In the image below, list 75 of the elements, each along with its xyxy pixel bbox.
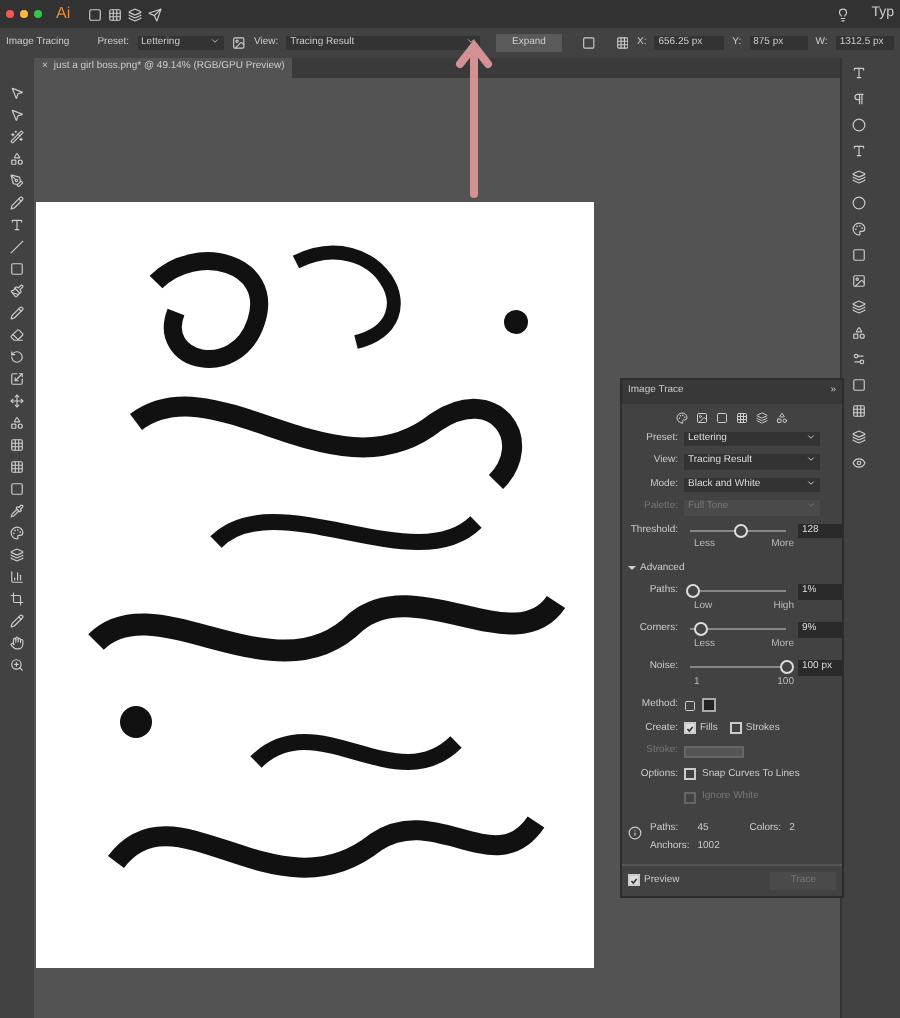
tool-icon[interactable]	[10, 592, 24, 606]
panel-icon[interactable]	[852, 170, 866, 184]
panel-icon[interactable]	[852, 144, 866, 158]
tool-icon[interactable]	[10, 284, 24, 298]
tool-icon[interactable]	[10, 174, 24, 188]
tool-icon[interactable]	[10, 614, 24, 628]
checkmark-icon	[630, 875, 638, 886]
slider-thumb[interactable]	[780, 660, 794, 675]
caret-icon	[806, 454, 816, 464]
panel-icon[interactable]	[852, 378, 866, 392]
panel-icon[interactable]	[852, 66, 866, 80]
panel-icon[interactable]	[232, 36, 246, 50]
tool-icon[interactable]	[10, 394, 24, 408]
preset-icon[interactable]	[716, 411, 728, 423]
tool-icon[interactable]	[10, 460, 24, 474]
info-icon	[628, 825, 642, 839]
tool-icon[interactable]	[10, 504, 24, 518]
checkmark-icon	[686, 723, 694, 734]
caret-icon	[806, 431, 816, 441]
panel-icon[interactable]	[852, 352, 866, 366]
lightbulb-icon[interactable]	[835, 7, 850, 21]
grid-icon[interactable]	[108, 7, 123, 21]
visibility-icon[interactable]	[852, 456, 866, 470]
preset-icon[interactable]	[676, 411, 688, 423]
abutting-method-icon[interactable]	[684, 699, 696, 712]
slider-track[interactable]	[690, 584, 786, 599]
tool-icon[interactable]	[10, 152, 24, 166]
slider-thumb[interactable]	[734, 523, 749, 538]
tool-icon[interactable]	[10, 130, 24, 144]
tool-icon[interactable]	[10, 636, 24, 650]
app-logo: Ai	[56, 2, 71, 26]
square-icon[interactable]	[88, 7, 103, 21]
preset-icon[interactable]	[696, 411, 708, 423]
checkbox[interactable]	[628, 874, 640, 887]
panel-icon[interactable]	[852, 92, 866, 106]
caret-icon	[806, 500, 816, 510]
tool-icon[interactable]	[10, 372, 24, 386]
tool-icon[interactable]	[10, 482, 24, 496]
tool-icon[interactable]	[10, 658, 24, 672]
tool-icon[interactable]	[10, 218, 24, 232]
tool-icon[interactable]	[10, 416, 24, 430]
preset-icon[interactable]	[736, 411, 748, 423]
tool-icon[interactable]	[10, 438, 24, 452]
slider-thumb[interactable]	[693, 622, 708, 637]
overlapping-method-icon[interactable]	[702, 698, 716, 713]
slider-track[interactable]	[690, 622, 786, 637]
caret-icon	[806, 477, 816, 487]
panel-icon[interactable]	[852, 430, 866, 444]
checkbox[interactable]	[684, 722, 696, 735]
panel-icon[interactable]	[852, 118, 866, 132]
layout-icon[interactable]	[128, 7, 143, 21]
caret-icon	[210, 35, 221, 46]
panel-icon[interactable]	[852, 404, 866, 418]
preset-icon[interactable]	[756, 411, 768, 423]
tool-icon[interactable]	[10, 350, 24, 364]
tool-icon[interactable]	[10, 196, 24, 210]
tool-icon[interactable]	[10, 328, 24, 342]
panel-icon[interactable]	[852, 248, 866, 262]
slider-thumb[interactable]	[685, 584, 700, 599]
tool-icon[interactable]	[10, 548, 24, 562]
panel-icon[interactable]	[852, 326, 866, 340]
panel-icon[interactable]	[852, 274, 866, 288]
stroke-field[interactable]	[684, 745, 744, 758]
panel-icon[interactable]	[852, 196, 866, 210]
tool-icon[interactable]	[10, 306, 24, 320]
preset-icon[interactable]	[776, 411, 788, 423]
panel-icon[interactable]	[852, 222, 866, 236]
send-icon[interactable]	[148, 7, 163, 21]
reference-point-icon[interactable]	[615, 36, 629, 50]
tool-icon[interactable]	[10, 526, 24, 540]
caret-icon	[465, 35, 476, 46]
tool-icon[interactable]	[10, 570, 24, 584]
align-icon[interactable]	[581, 36, 596, 50]
slider-track[interactable]	[690, 523, 786, 538]
panel-icon[interactable]	[852, 300, 866, 314]
